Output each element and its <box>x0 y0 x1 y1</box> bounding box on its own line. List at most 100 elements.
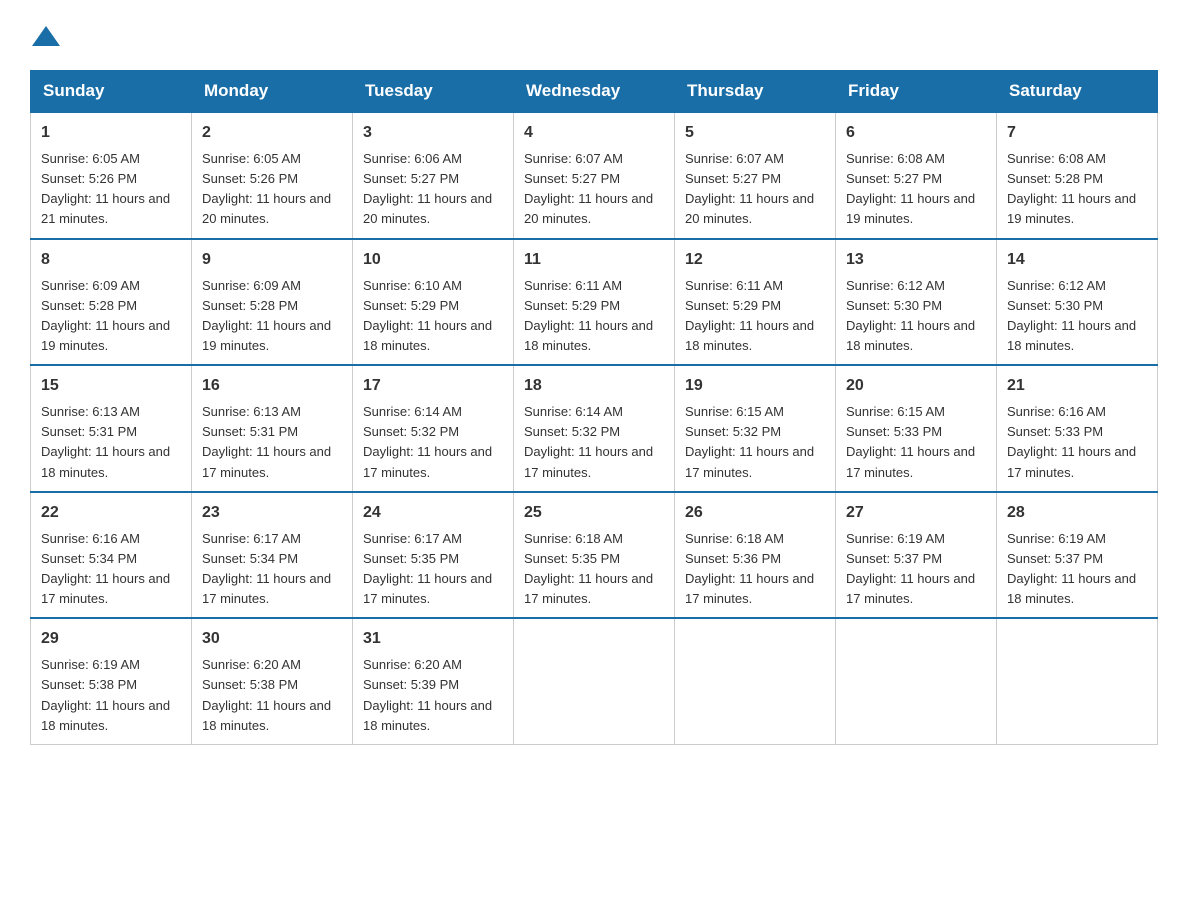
day-of-week-header: Saturday <box>997 71 1158 113</box>
day-of-week-header: Friday <box>836 71 997 113</box>
calendar-cell: 21 Sunrise: 6:16 AMSunset: 5:33 PMDaylig… <box>997 365 1158 492</box>
day-info: Sunrise: 6:16 AMSunset: 5:34 PMDaylight:… <box>41 531 170 606</box>
day-info: Sunrise: 6:16 AMSunset: 5:33 PMDaylight:… <box>1007 404 1136 479</box>
day-info: Sunrise: 6:08 AMSunset: 5:28 PMDaylight:… <box>1007 151 1136 226</box>
calendar-cell: 10 Sunrise: 6:10 AMSunset: 5:29 PMDaylig… <box>353 239 514 366</box>
calendar-cell: 15 Sunrise: 6:13 AMSunset: 5:31 PMDaylig… <box>31 365 192 492</box>
day-info: Sunrise: 6:18 AMSunset: 5:36 PMDaylight:… <box>685 531 814 606</box>
day-of-week-header: Thursday <box>675 71 836 113</box>
week-row: 29 Sunrise: 6:19 AMSunset: 5:38 PMDaylig… <box>31 618 1158 744</box>
day-info: Sunrise: 6:09 AMSunset: 5:28 PMDaylight:… <box>41 278 170 353</box>
days-header-row: SundayMondayTuesdayWednesdayThursdayFrid… <box>31 71 1158 113</box>
day-number: 20 <box>846 374 986 398</box>
page-header <box>30 30 1158 50</box>
calendar-cell: 31 Sunrise: 6:20 AMSunset: 5:39 PMDaylig… <box>353 618 514 744</box>
day-info: Sunrise: 6:06 AMSunset: 5:27 PMDaylight:… <box>363 151 492 226</box>
day-number: 12 <box>685 248 825 272</box>
day-info: Sunrise: 6:13 AMSunset: 5:31 PMDaylight:… <box>41 404 170 479</box>
calendar-cell: 24 Sunrise: 6:17 AMSunset: 5:35 PMDaylig… <box>353 492 514 619</box>
calendar-cell: 27 Sunrise: 6:19 AMSunset: 5:37 PMDaylig… <box>836 492 997 619</box>
day-info: Sunrise: 6:19 AMSunset: 5:38 PMDaylight:… <box>41 657 170 732</box>
day-info: Sunrise: 6:18 AMSunset: 5:35 PMDaylight:… <box>524 531 653 606</box>
calendar-cell: 9 Sunrise: 6:09 AMSunset: 5:28 PMDayligh… <box>192 239 353 366</box>
calendar-cell: 7 Sunrise: 6:08 AMSunset: 5:28 PMDayligh… <box>997 112 1158 239</box>
week-row: 1 Sunrise: 6:05 AMSunset: 5:26 PMDayligh… <box>31 112 1158 239</box>
day-info: Sunrise: 6:08 AMSunset: 5:27 PMDaylight:… <box>846 151 975 226</box>
day-number: 3 <box>363 121 503 145</box>
week-row: 8 Sunrise: 6:09 AMSunset: 5:28 PMDayligh… <box>31 239 1158 366</box>
day-number: 8 <box>41 248 181 272</box>
calendar-cell: 4 Sunrise: 6:07 AMSunset: 5:27 PMDayligh… <box>514 112 675 239</box>
day-info: Sunrise: 6:14 AMSunset: 5:32 PMDaylight:… <box>524 404 653 479</box>
calendar-cell: 11 Sunrise: 6:11 AMSunset: 5:29 PMDaylig… <box>514 239 675 366</box>
day-number: 13 <box>846 248 986 272</box>
day-number: 25 <box>524 501 664 525</box>
day-number: 18 <box>524 374 664 398</box>
calendar-cell: 29 Sunrise: 6:19 AMSunset: 5:38 PMDaylig… <box>31 618 192 744</box>
day-number: 15 <box>41 374 181 398</box>
calendar-cell: 25 Sunrise: 6:18 AMSunset: 5:35 PMDaylig… <box>514 492 675 619</box>
calendar-cell: 2 Sunrise: 6:05 AMSunset: 5:26 PMDayligh… <box>192 112 353 239</box>
calendar-cell: 14 Sunrise: 6:12 AMSunset: 5:30 PMDaylig… <box>997 239 1158 366</box>
day-info: Sunrise: 6:11 AMSunset: 5:29 PMDaylight:… <box>524 278 653 353</box>
calendar-cell <box>514 618 675 744</box>
calendar-cell: 16 Sunrise: 6:13 AMSunset: 5:31 PMDaylig… <box>192 365 353 492</box>
day-number: 23 <box>202 501 342 525</box>
day-number: 10 <box>363 248 503 272</box>
day-of-week-header: Monday <box>192 71 353 113</box>
day-info: Sunrise: 6:15 AMSunset: 5:33 PMDaylight:… <box>846 404 975 479</box>
day-number: 9 <box>202 248 342 272</box>
calendar-cell: 5 Sunrise: 6:07 AMSunset: 5:27 PMDayligh… <box>675 112 836 239</box>
day-number: 21 <box>1007 374 1147 398</box>
calendar-cell: 3 Sunrise: 6:06 AMSunset: 5:27 PMDayligh… <box>353 112 514 239</box>
day-number: 7 <box>1007 121 1147 145</box>
day-info: Sunrise: 6:05 AMSunset: 5:26 PMDaylight:… <box>202 151 331 226</box>
calendar-cell: 18 Sunrise: 6:14 AMSunset: 5:32 PMDaylig… <box>514 365 675 492</box>
week-row: 15 Sunrise: 6:13 AMSunset: 5:31 PMDaylig… <box>31 365 1158 492</box>
calendar-cell <box>836 618 997 744</box>
day-number: 11 <box>524 248 664 272</box>
day-number: 29 <box>41 627 181 651</box>
day-info: Sunrise: 6:12 AMSunset: 5:30 PMDaylight:… <box>846 278 975 353</box>
day-number: 14 <box>1007 248 1147 272</box>
day-info: Sunrise: 6:20 AMSunset: 5:38 PMDaylight:… <box>202 657 331 732</box>
day-info: Sunrise: 6:19 AMSunset: 5:37 PMDaylight:… <box>1007 531 1136 606</box>
day-number: 30 <box>202 627 342 651</box>
calendar-cell: 17 Sunrise: 6:14 AMSunset: 5:32 PMDaylig… <box>353 365 514 492</box>
calendar-cell: 8 Sunrise: 6:09 AMSunset: 5:28 PMDayligh… <box>31 239 192 366</box>
calendar-cell <box>675 618 836 744</box>
day-info: Sunrise: 6:09 AMSunset: 5:28 PMDaylight:… <box>202 278 331 353</box>
calendar-cell: 26 Sunrise: 6:18 AMSunset: 5:36 PMDaylig… <box>675 492 836 619</box>
day-info: Sunrise: 6:17 AMSunset: 5:35 PMDaylight:… <box>363 531 492 606</box>
day-number: 26 <box>685 501 825 525</box>
day-number: 28 <box>1007 501 1147 525</box>
day-number: 2 <box>202 121 342 145</box>
day-number: 22 <box>41 501 181 525</box>
calendar-cell: 12 Sunrise: 6:11 AMSunset: 5:29 PMDaylig… <box>675 239 836 366</box>
day-number: 1 <box>41 121 181 145</box>
logo <box>30 30 62 50</box>
day-info: Sunrise: 6:10 AMSunset: 5:29 PMDaylight:… <box>363 278 492 353</box>
day-number: 6 <box>846 121 986 145</box>
day-number: 16 <box>202 374 342 398</box>
day-info: Sunrise: 6:07 AMSunset: 5:27 PMDaylight:… <box>524 151 653 226</box>
calendar-table: SundayMondayTuesdayWednesdayThursdayFrid… <box>30 70 1158 745</box>
logo-triangle-icon <box>32 26 60 46</box>
day-number: 27 <box>846 501 986 525</box>
day-info: Sunrise: 6:07 AMSunset: 5:27 PMDaylight:… <box>685 151 814 226</box>
day-info: Sunrise: 6:17 AMSunset: 5:34 PMDaylight:… <box>202 531 331 606</box>
day-number: 17 <box>363 374 503 398</box>
calendar-cell: 28 Sunrise: 6:19 AMSunset: 5:37 PMDaylig… <box>997 492 1158 619</box>
day-info: Sunrise: 6:15 AMSunset: 5:32 PMDaylight:… <box>685 404 814 479</box>
calendar-cell: 19 Sunrise: 6:15 AMSunset: 5:32 PMDaylig… <box>675 365 836 492</box>
day-of-week-header: Wednesday <box>514 71 675 113</box>
calendar-cell: 13 Sunrise: 6:12 AMSunset: 5:30 PMDaylig… <box>836 239 997 366</box>
day-of-week-header: Sunday <box>31 71 192 113</box>
day-info: Sunrise: 6:11 AMSunset: 5:29 PMDaylight:… <box>685 278 814 353</box>
day-number: 5 <box>685 121 825 145</box>
day-of-week-header: Tuesday <box>353 71 514 113</box>
day-number: 19 <box>685 374 825 398</box>
day-info: Sunrise: 6:05 AMSunset: 5:26 PMDaylight:… <box>41 151 170 226</box>
day-number: 4 <box>524 121 664 145</box>
day-info: Sunrise: 6:14 AMSunset: 5:32 PMDaylight:… <box>363 404 492 479</box>
